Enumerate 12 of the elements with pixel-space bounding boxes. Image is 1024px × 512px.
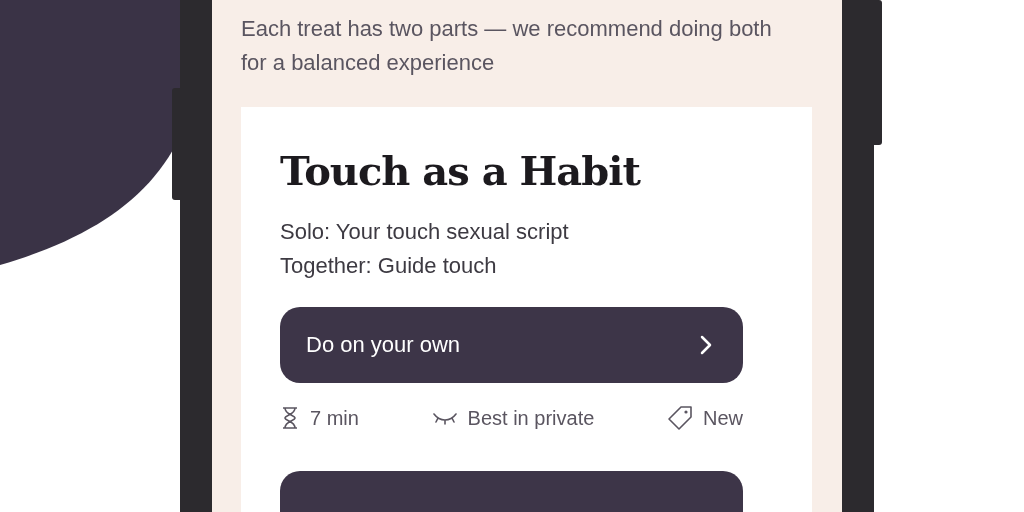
tag-icon — [667, 405, 693, 431]
meta-label: New — [703, 406, 743, 430]
closed-eye-icon — [431, 410, 458, 426]
intro-text: Each treat has two parts — we recommend doing both for a balanced experience — [241, 15, 773, 77]
meta-label: Best in private — [467, 406, 595, 430]
card-description: Solo: Your touch sexual script — [280, 218, 570, 246]
meta-label: 7 min — [310, 406, 359, 430]
action-button[interactable]: Do on your own — [280, 307, 743, 383]
hourglass-icon — [280, 406, 300, 430]
card-description: Together: Guide touch — [280, 252, 498, 280]
card-title: Touch as a Habit — [280, 146, 642, 196]
chevron-right-icon — [699, 334, 713, 356]
